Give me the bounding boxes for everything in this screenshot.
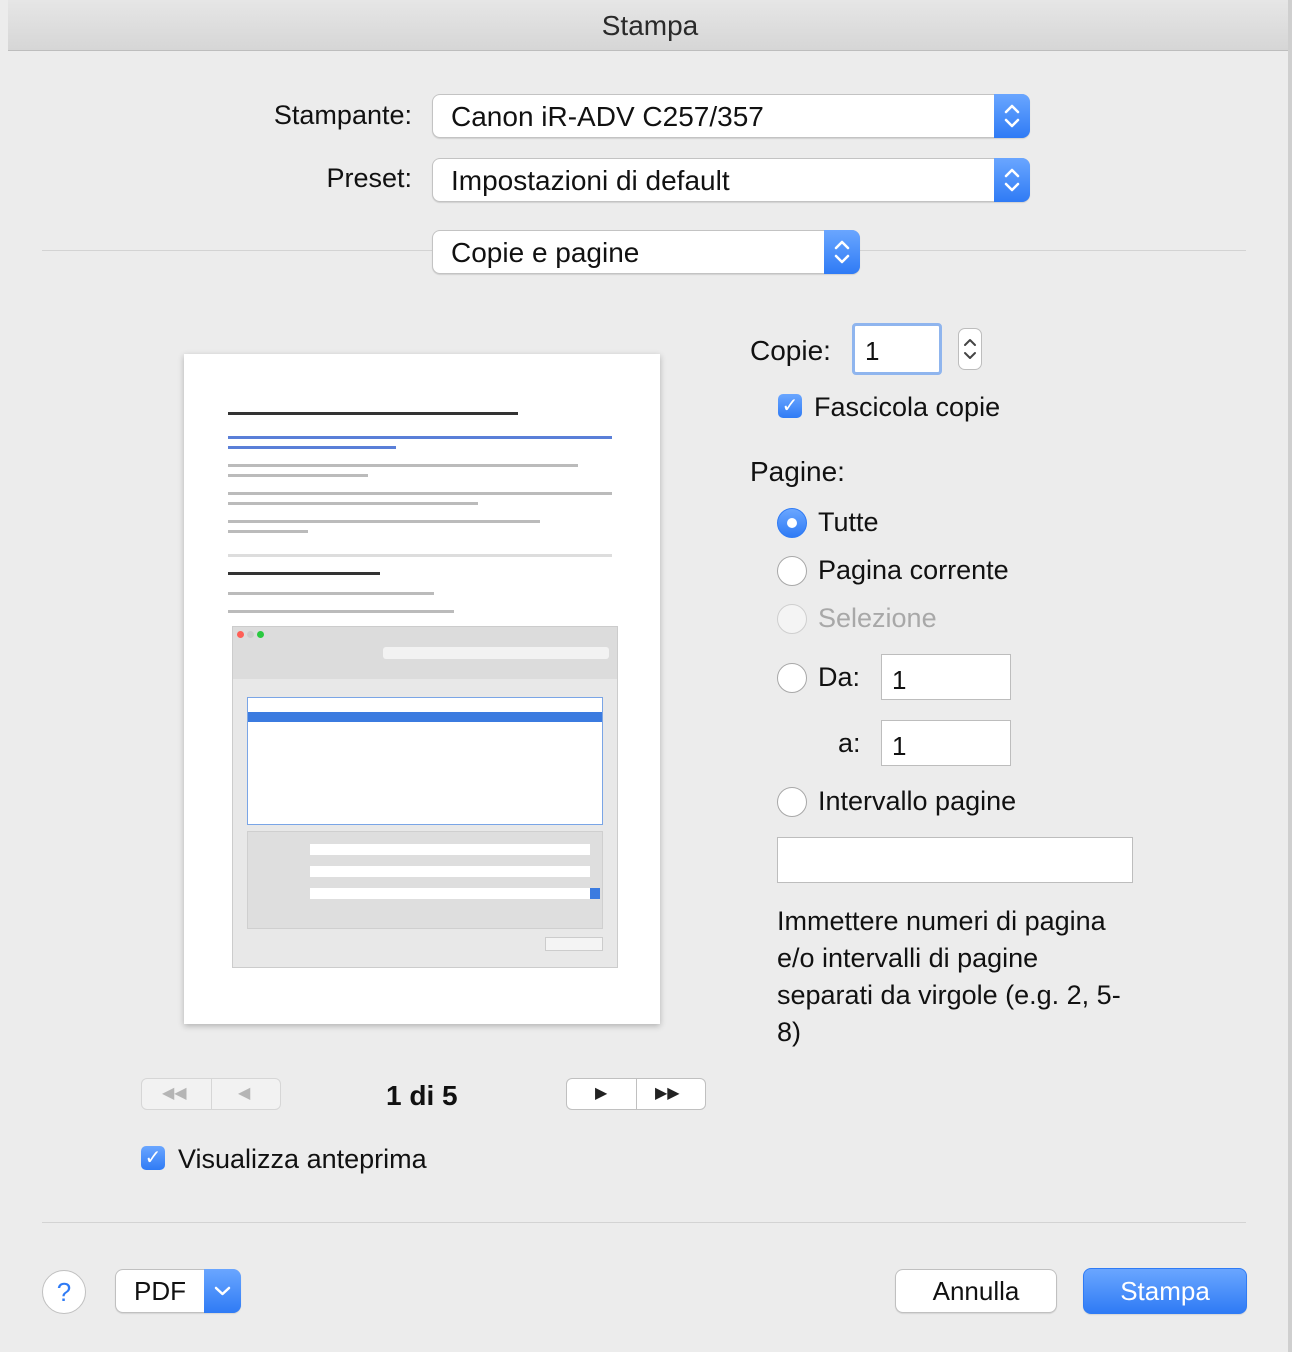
radio-page-range[interactable]: [777, 787, 807, 817]
to-value: 1: [892, 731, 907, 761]
page-range-hint: Immettere numeri di pagina e/o intervall…: [777, 906, 1121, 1047]
pdf-label: PDF: [134, 1276, 186, 1306]
copies-input[interactable]: 1: [852, 323, 942, 375]
preset-value: Impostazioni di default: [451, 165, 730, 196]
checkmark-icon: ✓: [781, 395, 799, 417]
preview-embedded-screenshot: [232, 626, 618, 968]
window-title: Stampa: [601, 10, 699, 41]
from-label: Da:: [818, 662, 861, 692]
cancel-button[interactable]: Annulla: [895, 1269, 1057, 1313]
from-input[interactable]: 1: [881, 654, 1011, 700]
page-indicator: 1 di 5: [386, 1080, 458, 1111]
copies-stepper[interactable]: [958, 328, 982, 370]
last-page-icon[interactable]: ▶▶: [655, 1083, 680, 1103]
help-icon: ?: [56, 1277, 72, 1307]
preset-label: Preset:: [326, 163, 412, 193]
stepper-arrows-icon: [964, 339, 976, 359]
radio-all-pages[interactable]: [777, 508, 807, 538]
collate-label: Fascicola copie: [814, 392, 1001, 422]
radio-current-page-label: Pagina corrente: [818, 555, 1009, 585]
previous-page-icon: ◀: [238, 1085, 251, 1102]
page-range-label: Intervallo pagine: [818, 786, 1017, 816]
printer-label: Stampante:: [273, 100, 412, 130]
radio-from[interactable]: [777, 663, 807, 693]
printer-value: Canon iR-ADV C257/357: [451, 101, 764, 132]
section-popup[interactable]: Copie e pagine: [432, 230, 860, 274]
print-preview: [184, 354, 660, 1024]
page-range-input[interactable]: [777, 837, 1133, 883]
nav-forward-group[interactable]: ▶ ▶▶: [566, 1078, 706, 1110]
show-preview-checkbox[interactable]: ✓: [141, 1146, 165, 1170]
window-edge: [1288, 0, 1292, 1352]
to-label: a:: [838, 728, 861, 758]
radio-selection-label: Selezione: [818, 603, 937, 633]
nav-back-group: ◀◀ ◀: [141, 1078, 281, 1110]
printer-popup-arrows-icon: [994, 94, 1030, 138]
print-button[interactable]: Stampa: [1083, 1268, 1247, 1314]
radio-current-page[interactable]: [777, 556, 807, 586]
copies-value: 1: [865, 336, 880, 366]
pdf-menu-button[interactable]: PDF: [115, 1269, 241, 1313]
collate-checkbox[interactable]: ✓: [778, 394, 802, 418]
first-page-icon: ◀◀: [162, 1085, 187, 1102]
window-titlebar: Stampa: [8, 0, 1292, 51]
copies-label: Copie:: [750, 335, 831, 366]
radio-all-pages-label: Tutte: [818, 507, 879, 537]
printer-popup[interactable]: Canon iR-ADV C257/357: [432, 94, 1030, 138]
pages-label: Pagine:: [750, 456, 845, 487]
preset-popup[interactable]: Impostazioni di default: [432, 158, 1030, 202]
preset-popup-arrows-icon: [994, 158, 1030, 202]
from-value: 1: [892, 665, 907, 695]
separator-bottom: [42, 1222, 1246, 1223]
show-preview-label: Visualizza anteprima: [178, 1144, 427, 1174]
next-page-icon[interactable]: ▶: [595, 1083, 607, 1103]
section-popup-arrows-icon: [824, 230, 860, 274]
section-value: Copie e pagine: [451, 237, 640, 268]
help-button[interactable]: ?: [42, 1270, 86, 1314]
radio-selection: [777, 604, 807, 634]
checkmark-icon: ✓: [144, 1147, 162, 1169]
to-input[interactable]: 1: [881, 720, 1011, 766]
pdf-dropdown-arrow-icon: [204, 1269, 241, 1313]
